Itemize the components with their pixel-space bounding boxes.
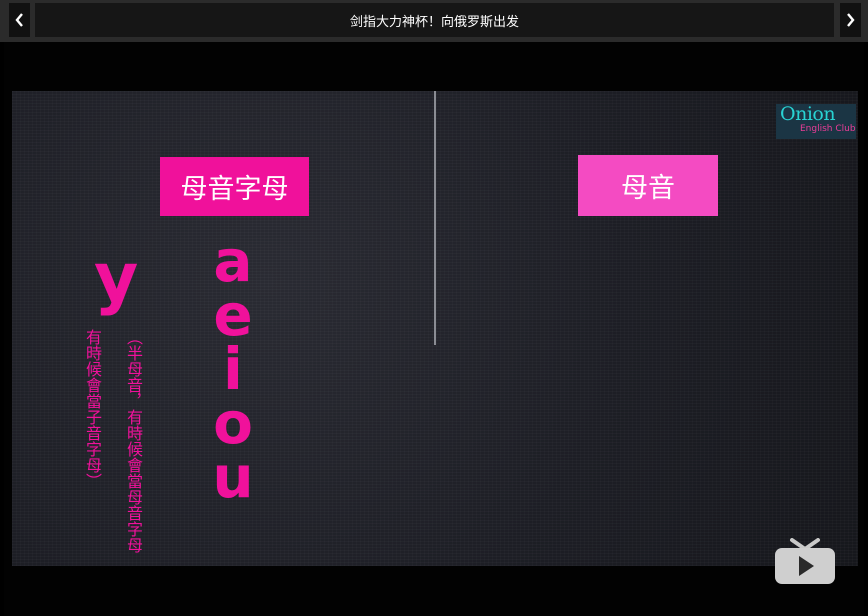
- onion-logo: Onion English Club: [776, 103, 856, 139]
- logo-main-text: Onion: [780, 103, 836, 125]
- vowel-letter: i: [223, 335, 243, 403]
- video-title-text: 剑指大力神杯！向俄罗斯出发: [349, 14, 519, 30]
- vowel-letter: o: [213, 389, 253, 457]
- vowel-letters-label: 母音字母: [180, 174, 289, 205]
- video-frame[interactable]: 母音字母 母音 Onion English Club a e i o u y （…: [12, 91, 858, 566]
- top-bar: 剑指大力神杯！向俄罗斯出发: [0, 0, 868, 42]
- vowel-letter: e: [213, 281, 253, 349]
- chevron-left-icon: [15, 13, 23, 27]
- tv-play-icon[interactable]: [774, 538, 836, 588]
- vowel-letters-box: 母音字母: [160, 157, 309, 216]
- y-note-column-2: 有時候會當子音字母）: [83, 329, 102, 489]
- vowel-sounds-label: 母音: [621, 173, 675, 204]
- y-letter: y: [94, 239, 139, 318]
- chevron-right-icon: [847, 13, 855, 27]
- logo-sub-text: English Club: [800, 124, 856, 134]
- center-divider: [434, 91, 436, 345]
- vowel-sounds-box: 母音: [578, 155, 718, 216]
- vowel-letter: u: [212, 443, 254, 511]
- next-button[interactable]: [840, 3, 861, 37]
- video-title: 剑指大力神杯！向俄罗斯出发: [35, 3, 834, 37]
- y-note-column-1: （半母音，有時候會當母音字母: [124, 329, 143, 553]
- vowel-letter: a: [213, 227, 253, 295]
- prev-button[interactable]: [9, 3, 30, 37]
- vowel-list: a e i o u: [208, 227, 258, 511]
